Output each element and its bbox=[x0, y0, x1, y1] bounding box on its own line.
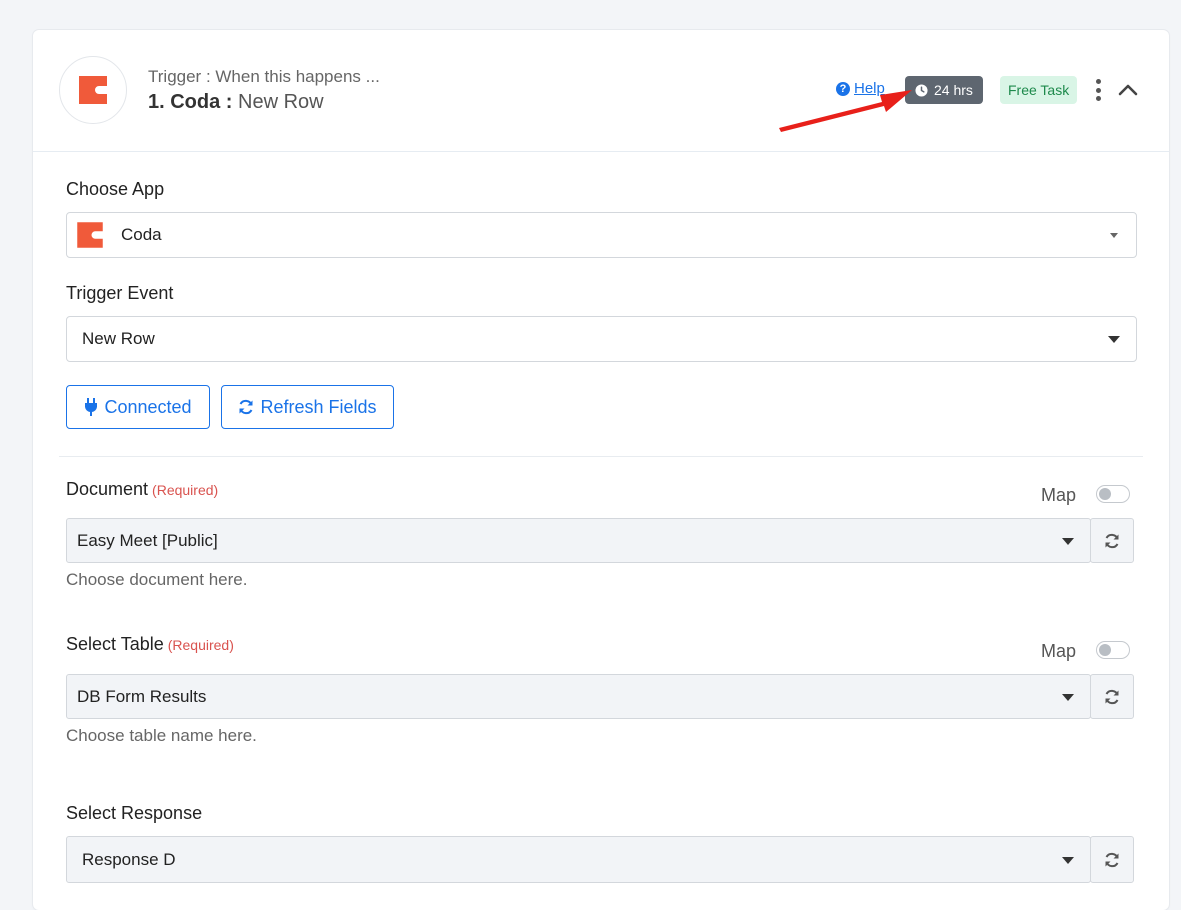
step-header[interactable]: Trigger : When this happens ... 1. Coda … bbox=[33, 30, 1169, 152]
coda-logo-icon bbox=[79, 76, 107, 104]
help-link[interactable]: ? Help bbox=[836, 80, 885, 97]
refresh-fields-button[interactable]: Refresh Fields bbox=[221, 385, 394, 429]
required-indicator: (Required) bbox=[152, 482, 219, 498]
coda-logo bbox=[59, 56, 127, 124]
select-response-label: Select Response bbox=[66, 803, 203, 823]
polling-interval-badge: 24 hrs bbox=[905, 76, 983, 104]
polling-interval-label: 24 hrs bbox=[934, 82, 973, 98]
coda-app-icon bbox=[77, 222, 103, 248]
trigger-step-card: Trigger : When this happens ... 1. Coda … bbox=[33, 30, 1169, 910]
chevron-down-icon bbox=[1110, 233, 1118, 238]
free-task-badge: Free Task bbox=[1000, 76, 1078, 104]
select-table-map-label: Map bbox=[1041, 641, 1077, 661]
trigger-subtitle: Trigger : When this happens ... bbox=[148, 67, 380, 86]
document-map-label: Map bbox=[1041, 485, 1077, 505]
refresh-icon bbox=[1105, 852, 1119, 867]
select-response-select[interactable]: Response D bbox=[66, 836, 1091, 883]
step-title-event: New Row bbox=[238, 91, 324, 113]
required-indicator: (Required) bbox=[167, 637, 234, 653]
section-divider bbox=[59, 456, 1143, 457]
refresh-icon bbox=[1105, 533, 1119, 548]
document-hint: Choose document here. bbox=[66, 570, 248, 589]
refresh-icon bbox=[1105, 689, 1119, 704]
chevron-down-icon bbox=[1062, 693, 1074, 701]
chevron-down-icon bbox=[1062, 856, 1074, 864]
document-map-toggle[interactable] bbox=[1096, 485, 1130, 503]
plug-icon bbox=[85, 398, 98, 416]
chevron-down-icon bbox=[1062, 537, 1074, 545]
connected-button-label: Connected bbox=[104, 396, 192, 417]
choose-app-label: Choose App bbox=[66, 179, 165, 199]
trigger-event-value: New Row bbox=[82, 329, 155, 348]
choose-app-value: Coda bbox=[121, 225, 162, 244]
document-refresh-button[interactable] bbox=[1090, 518, 1134, 563]
select-table-select[interactable]: DB Form Results bbox=[66, 674, 1091, 719]
refresh-icon bbox=[239, 399, 253, 415]
select-table-map-toggle[interactable] bbox=[1096, 641, 1130, 659]
select-table-label: Select Table (Required) bbox=[66, 634, 234, 655]
select-table-refresh-button[interactable] bbox=[1090, 674, 1134, 719]
connected-button[interactable]: Connected bbox=[66, 385, 210, 429]
step-title-app: 1. Coda : bbox=[148, 91, 233, 113]
document-label: Document (Required) bbox=[66, 479, 218, 500]
document-select[interactable]: Easy Meet [Public] bbox=[66, 518, 1091, 563]
document-label-text: Document bbox=[66, 479, 149, 499]
choose-app-select[interactable]: Coda bbox=[66, 212, 1137, 258]
select-table-label-text: Select Table bbox=[66, 634, 164, 654]
select-response-refresh-button[interactable] bbox=[1090, 836, 1134, 883]
refresh-fields-button-label: Refresh Fields bbox=[260, 396, 377, 417]
step-title: 1. Coda : New Row bbox=[148, 91, 324, 114]
select-table-value: DB Form Results bbox=[77, 686, 207, 706]
question-circle-icon: ? bbox=[836, 81, 850, 96]
help-link-label: Help bbox=[854, 80, 885, 97]
chevron-down-icon bbox=[1108, 336, 1120, 343]
clock-icon bbox=[915, 83, 928, 97]
more-options-icon[interactable] bbox=[1092, 79, 1104, 101]
trigger-event-select[interactable]: New Row bbox=[66, 316, 1137, 362]
select-table-hint: Choose table name here. bbox=[66, 726, 257, 745]
document-value: Easy Meet [Public] bbox=[77, 530, 218, 550]
chevron-up-icon[interactable] bbox=[1117, 80, 1139, 100]
trigger-event-label: Trigger Event bbox=[66, 283, 174, 303]
select-response-value: Response D bbox=[82, 849, 176, 869]
